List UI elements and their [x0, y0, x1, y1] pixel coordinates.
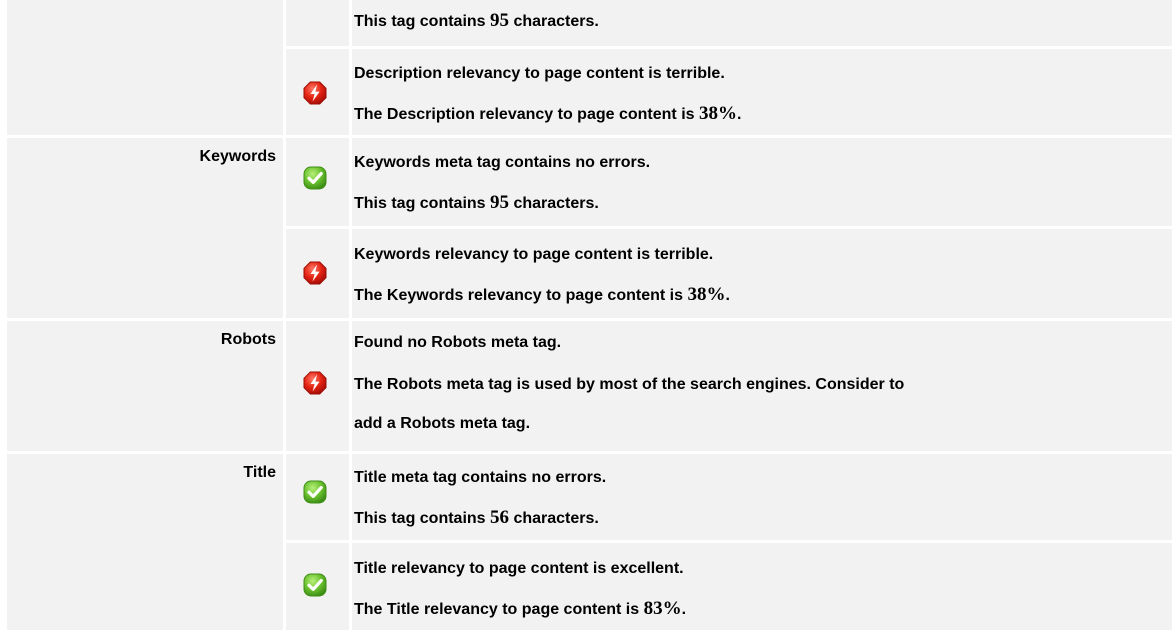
status-icon-cell	[286, 229, 349, 318]
error-icon	[303, 371, 327, 395]
check-cell: Title meta tag contains no errors. This …	[286, 454, 1172, 540]
relevancy-status-text: Title relevancy to page content is excel…	[354, 560, 684, 577]
tag-status-text: Title meta tag contains no errors.	[354, 469, 607, 486]
check-cell: Keywords relevancy to page content is te…	[286, 229, 1172, 318]
row-label: Robots	[220, 331, 276, 348]
row-label-cell: Title	[7, 454, 283, 630]
check-cell: Title relevancy to page content is excel…	[286, 543, 1172, 630]
advice-text-line-1: The Robots meta tag is used by most of t…	[354, 376, 905, 393]
message-cell: Description relevancy to page content is…	[352, 49, 1172, 135]
robots-row: Robots Found no Robots meta tag. The Rob…	[0, 321, 1172, 451]
check-icon	[303, 573, 327, 597]
check-cell: This tag contains 95 characters.	[286, 0, 1172, 46]
relevancy-percent-text: The Title relevancy to page content is 8…	[354, 598, 687, 619]
status-icon-cell	[286, 543, 349, 630]
message-cell: Title relevancy to page content is excel…	[352, 543, 1172, 630]
relevancy-percent-text: The Keywords relevancy to page content i…	[354, 284, 730, 305]
check-cell: Description relevancy to page content is…	[286, 49, 1172, 135]
status-icon-cell	[286, 138, 349, 226]
status-icon-cell	[286, 49, 349, 135]
message-cell: Keywords relevancy to page content is te…	[352, 229, 1172, 318]
row-label-cell	[7, 0, 283, 135]
row-label: Title	[243, 464, 276, 481]
row-label-cell: Robots	[7, 321, 283, 451]
check-cell: Found no Robots meta tag. The Robots met…	[286, 321, 1172, 451]
tag-status-text: Keywords meta tag contains no errors.	[354, 154, 651, 171]
keywords-row: Keywords Keywords meta tag contains no e…	[0, 138, 1172, 318]
description-row: This tag contains 95 characters. Descrip…	[0, 0, 1172, 135]
advice-text-line-2: add a Robots meta tag.	[354, 415, 531, 432]
relevancy-percent-text: The Description relevancy to page conten…	[354, 103, 742, 124]
status-icon-cell	[286, 321, 349, 451]
tag-status-text: Found no Robots meta tag.	[354, 334, 562, 351]
error-icon	[303, 261, 327, 285]
row-label-cell: Keywords	[7, 138, 283, 318]
title-row: Title Title meta tag contains no errors.…	[0, 454, 1172, 630]
check-cell: Keywords meta tag contains no errors. Th…	[286, 138, 1172, 226]
message-cell: Found no Robots meta tag. The Robots met…	[352, 321, 1172, 451]
status-icon-cell	[286, 0, 349, 46]
message-cell: Keywords meta tag contains no errors. Th…	[352, 138, 1172, 226]
character-count-text: This tag contains 56 characters.	[354, 507, 599, 528]
character-count-text: This tag contains 95 characters.	[354, 10, 599, 31]
status-icon-cell	[286, 454, 349, 540]
character-count-text: This tag contains 95 characters.	[354, 192, 599, 213]
check-icon	[303, 480, 327, 504]
message-cell: This tag contains 95 characters.	[352, 0, 1172, 46]
error-icon	[303, 81, 327, 105]
relevancy-status-text: Keywords relevancy to page content is te…	[354, 246, 714, 263]
row-label: Keywords	[199, 148, 276, 165]
check-icon	[303, 166, 327, 190]
message-cell: Title meta tag contains no errors. This …	[352, 454, 1172, 540]
meta-tags-report: This tag contains 95 characters. Descrip…	[0, 0, 1172, 630]
relevancy-status-text: Description relevancy to page content is…	[354, 65, 725, 82]
